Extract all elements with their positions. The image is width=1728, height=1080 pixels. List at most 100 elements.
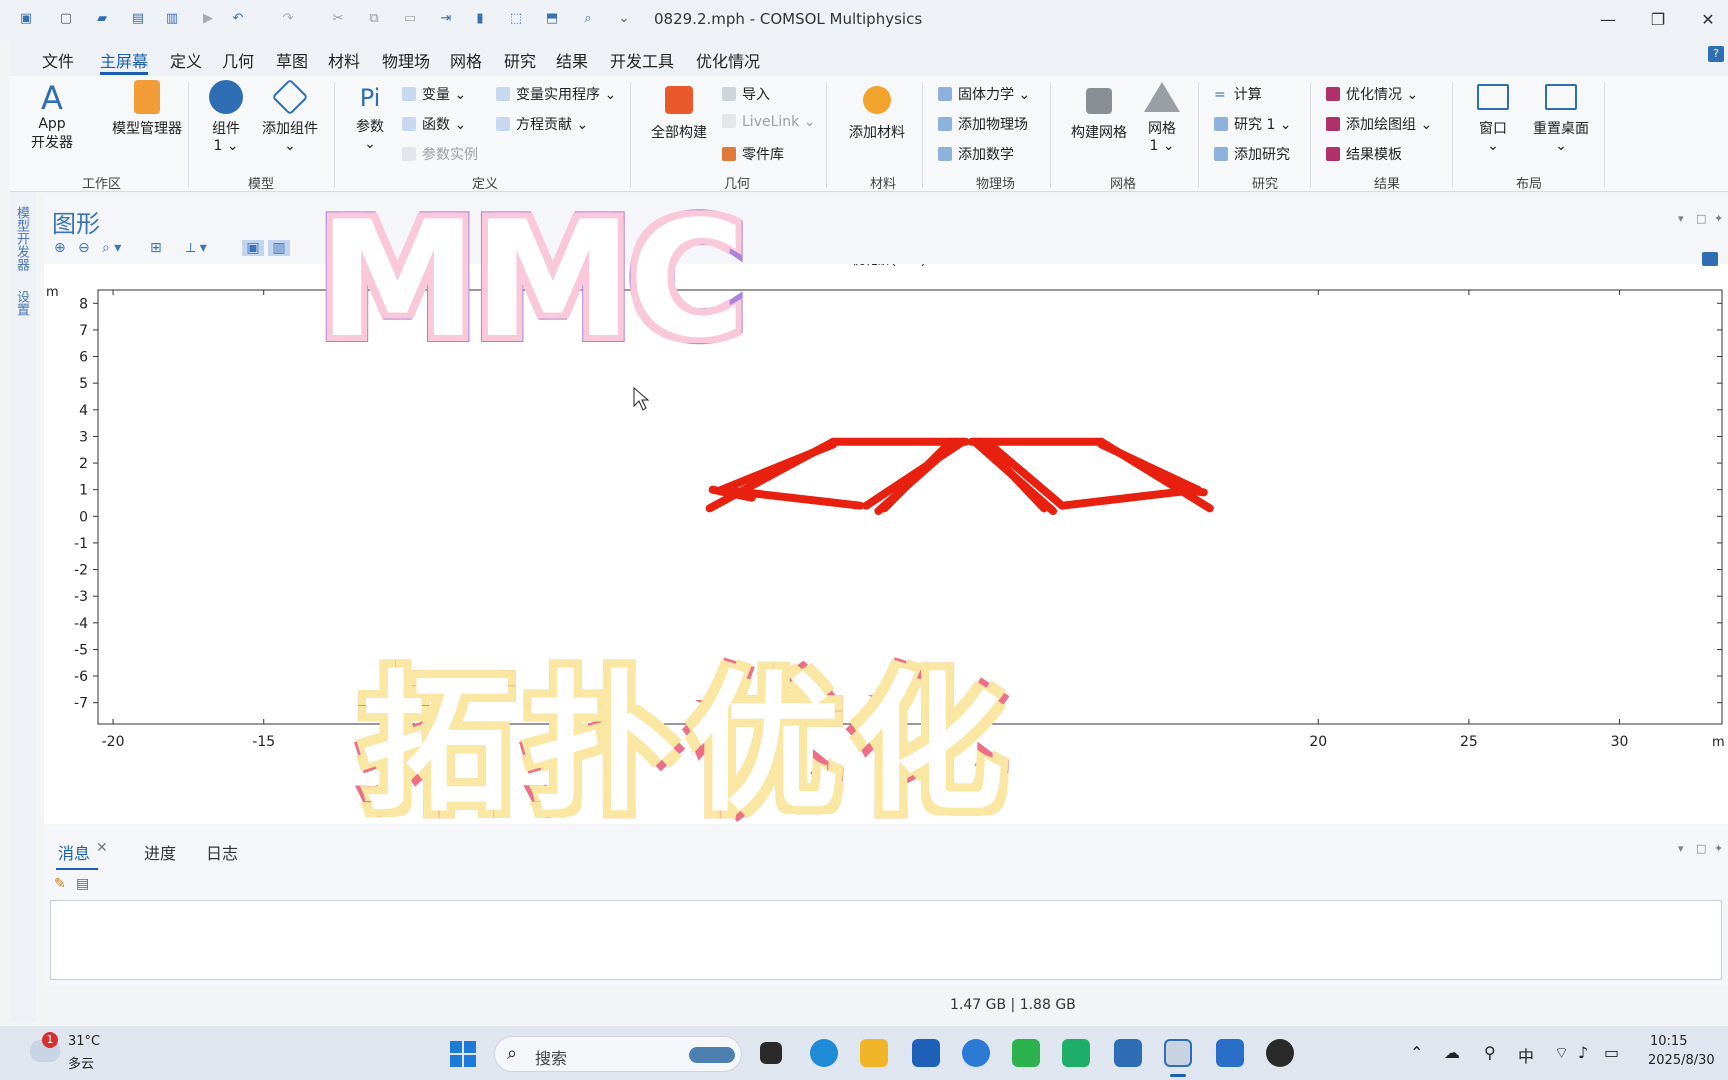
taskbar-search[interactable]: ⌕ 搜索	[494, 1036, 742, 1072]
compute-button[interactable]: = 计算	[1214, 84, 1262, 104]
zoom-out-icon[interactable]: ⊖	[78, 240, 90, 256]
messaging-app-icon[interactable]	[1062, 1039, 1090, 1067]
minimize-button[interactable]: —	[1596, 8, 1620, 32]
microphone-icon[interactable]: ⚲	[1484, 1043, 1496, 1062]
windows-button[interactable]: 窗口 ⌄	[1466, 80, 1520, 154]
tab-messages[interactable]: 消息	[58, 840, 90, 864]
select-boundaries-icon[interactable]: ▥	[268, 240, 290, 256]
menu-results[interactable]: 结果	[556, 48, 588, 72]
reset-desktop-button[interactable]: 重置桌面 ⌄	[1526, 80, 1596, 154]
clock-date[interactable]: 2025/8/30	[1648, 1053, 1715, 1068]
menu-file[interactable]: 文件	[42, 48, 74, 72]
optimization-results-button[interactable]: 优化情况 ⌄	[1326, 84, 1418, 104]
paste-icon[interactable]: ▭	[402, 11, 418, 27]
menu-physics[interactable]: 物理场	[382, 48, 430, 72]
undo-icon[interactable]: ↶	[230, 11, 246, 27]
comsol-taskbar-icon[interactable]	[1164, 1039, 1192, 1067]
build-all-button[interactable]: 全部构建	[646, 84, 712, 142]
add-material-button[interactable]: 添加材料	[844, 84, 910, 142]
solid-mechanics-button[interactable]: 固体力学 ⌄	[938, 84, 1030, 104]
study1-button[interactable]: 研究 1 ⌄	[1214, 114, 1292, 134]
axis-orientation-icon[interactable]: ⟂ ▾	[186, 240, 207, 256]
variables-button[interactable]: 变量 ⌄	[402, 84, 466, 104]
zoom-selection-icon[interactable]: ⬒	[544, 11, 560, 27]
side-tab-settings[interactable]: 设置	[14, 290, 31, 316]
mesh1-button[interactable]: 网格 1 ⌄	[1140, 80, 1184, 154]
panel-maximize-icon[interactable]: □	[1696, 842, 1706, 855]
model-manager-button[interactable]: 模型管理器	[96, 80, 198, 138]
equation-contribution-button[interactable]: 方程贡献 ⌄	[496, 114, 588, 134]
menu-materials[interactable]: 材料	[328, 48, 360, 72]
customize-toolbar-icon[interactable]: ⌄	[616, 11, 632, 27]
panel-pin-icon[interactable]: ✦	[1714, 842, 1723, 855]
photos-app-icon[interactable]	[1216, 1039, 1244, 1067]
menu-sketch[interactable]: 草图	[276, 48, 308, 72]
run-icon[interactable]: ▶	[200, 11, 216, 27]
clock-time[interactable]: 10:15	[1650, 1034, 1687, 1049]
select-box-icon[interactable]: ⬚	[508, 11, 524, 27]
task-view-icon[interactable]	[760, 1042, 782, 1064]
redo-icon[interactable]: ↷	[280, 11, 296, 27]
menu-home[interactable]: 主屏幕	[100, 48, 148, 72]
message-log-box[interactable]	[50, 900, 1722, 980]
restore-button[interactable]: ❐	[1646, 8, 1670, 32]
tab-progress[interactable]: 进度	[144, 840, 176, 864]
app-builder-button[interactable]: A App 开发器	[30, 80, 74, 152]
menu-definitions[interactable]: 定义	[170, 48, 202, 72]
wifi-icon[interactable]: ⌔	[1554, 1043, 1569, 1063]
copy-icon[interactable]: ⧉	[366, 11, 382, 27]
edge-browser-icon[interactable]	[810, 1039, 838, 1067]
file-explorer-icon[interactable]	[860, 1039, 888, 1067]
import-button[interactable]: 导入	[722, 84, 770, 104]
add-math-button[interactable]: 添加数学	[938, 144, 1014, 164]
select-objects-icon[interactable]: ▣	[242, 240, 264, 256]
parameters-button[interactable]: Pi 参数 ⌄	[350, 84, 390, 152]
menu-geometry[interactable]: 几何	[222, 48, 254, 72]
edge-ai-icon[interactable]	[962, 1039, 990, 1067]
cut-icon[interactable]: ✂	[330, 11, 346, 27]
notepad-icon[interactable]	[1114, 1039, 1142, 1067]
panel-menu-icon[interactable]: ▾	[1678, 842, 1684, 855]
zoom-in-icon[interactable]: ⊕	[54, 240, 66, 256]
close-tab-icon[interactable]: ✕	[96, 840, 108, 856]
part-library-button[interactable]: 零件库	[722, 144, 784, 164]
find-icon[interactable]: ⌕	[580, 11, 596, 27]
new-file-icon[interactable]: ▢	[58, 11, 74, 27]
obs-studio-icon[interactable]	[1266, 1039, 1294, 1067]
menu-study[interactable]: 研究	[504, 48, 536, 72]
menu-mesh[interactable]: 网格	[450, 48, 482, 72]
delete-icon[interactable]: ▮	[472, 11, 488, 27]
result-template-button[interactable]: 结果模板	[1326, 144, 1402, 164]
store-icon[interactable]	[912, 1039, 940, 1067]
add-component-button[interactable]: 添加组件 ⌄	[256, 78, 324, 154]
panel-menu-icon[interactable]: ▾	[1678, 212, 1684, 225]
save-icon[interactable]: ▤	[130, 11, 146, 27]
panel-pin-icon[interactable]: ✦	[1714, 212, 1723, 225]
duplicate-icon[interactable]: ⇥	[438, 11, 454, 27]
variable-utilities-button[interactable]: 变量实用程序 ⌄	[496, 84, 616, 104]
menu-developer[interactable]: 开发工具	[610, 48, 674, 72]
panel-maximize-icon[interactable]: □	[1696, 212, 1706, 225]
wechat-icon[interactable]	[1012, 1039, 1040, 1067]
volume-icon[interactable]: ♪	[1578, 1043, 1588, 1062]
tab-log[interactable]: 日志	[206, 840, 238, 864]
ime-indicator[interactable]: 中	[1518, 1043, 1534, 1067]
add-study-button[interactable]: 添加研究	[1214, 144, 1290, 164]
close-button[interactable]: ✕	[1696, 8, 1720, 32]
tray-overflow-icon[interactable]: ⌃	[1410, 1043, 1423, 1062]
zoom-extents-icon[interactable]: ⊞	[150, 240, 162, 256]
side-tab-model-builder[interactable]: 模型开发器	[14, 206, 31, 271]
build-mesh-button[interactable]: 构建网格	[1066, 84, 1132, 142]
menu-optimization[interactable]: 优化情况	[696, 48, 760, 72]
message-filter-icon[interactable]: ▤	[76, 876, 89, 892]
battery-icon[interactable]: ▭	[1604, 1043, 1619, 1062]
add-physics-button[interactable]: 添加物理场	[938, 114, 1028, 134]
zoom-box-icon[interactable]: ⌕ ▾	[102, 240, 121, 256]
add-plot-group-button[interactable]: 添加绘图组 ⌄	[1326, 114, 1432, 134]
clear-messages-icon[interactable]: ✎	[54, 876, 66, 892]
component-button[interactable]: 组件 1 ⌄	[204, 80, 248, 154]
functions-button[interactable]: 函数 ⌄	[402, 114, 466, 134]
open-folder-icon[interactable]: ▰	[94, 11, 110, 27]
param-case-button[interactable]: 参数实例	[402, 144, 478, 164]
save-as-icon[interactable]: ▥	[164, 11, 180, 27]
